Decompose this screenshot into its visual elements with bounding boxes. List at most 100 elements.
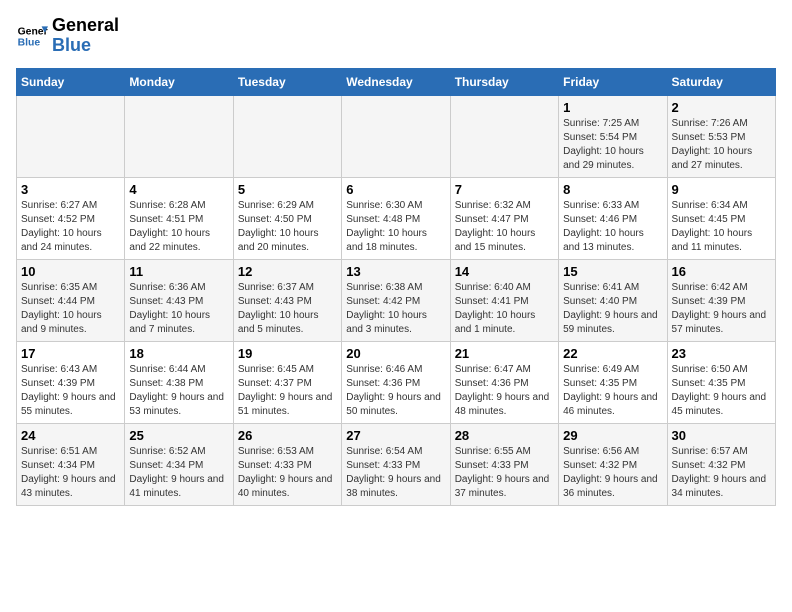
day-of-week-header: Tuesday (233, 68, 341, 95)
calendar-day-cell: 24 Sunrise: 6:51 AM Sunset: 4:34 PM Dayli… (17, 423, 125, 505)
day-info: Sunrise: 6:44 AM Sunset: 4:38 PM Dayligh… (129, 363, 228, 419)
day-number: 25 (129, 428, 228, 443)
day-of-week-header: Thursday (450, 68, 558, 95)
day-number: 3 (21, 182, 120, 197)
day-info: Sunrise: 6:45 AM Sunset: 4:37 PM Dayligh… (238, 363, 337, 419)
calendar-day-cell: 6 Sunrise: 6:30 AM Sunset: 4:48 PM Daylig… (342, 177, 450, 259)
day-number: 6 (346, 182, 445, 197)
calendar-week-row: 10 Sunrise: 6:35 AM Sunset: 4:44 PM Dayli… (17, 259, 776, 341)
day-info: Sunrise: 6:51 AM Sunset: 4:34 PM Dayligh… (21, 445, 120, 501)
day-number: 30 (672, 428, 771, 443)
calendar-day-cell: 13 Sunrise: 6:38 AM Sunset: 4:42 PM Dayli… (342, 259, 450, 341)
calendar-day-cell (342, 95, 450, 177)
header-area: General Blue GeneralBlue (16, 16, 776, 56)
calendar-day-cell: 9 Sunrise: 6:34 AM Sunset: 4:45 PM Daylig… (667, 177, 775, 259)
day-number: 8 (563, 182, 662, 197)
day-info: Sunrise: 6:30 AM Sunset: 4:48 PM Dayligh… (346, 199, 445, 255)
calendar-day-cell: 4 Sunrise: 6:28 AM Sunset: 4:51 PM Daylig… (125, 177, 233, 259)
day-info: Sunrise: 6:28 AM Sunset: 4:51 PM Dayligh… (129, 199, 228, 255)
calendar-day-cell: 12 Sunrise: 6:37 AM Sunset: 4:43 PM Dayli… (233, 259, 341, 341)
day-number: 5 (238, 182, 337, 197)
day-number: 27 (346, 428, 445, 443)
calendar-day-cell: 10 Sunrise: 6:35 AM Sunset: 4:44 PM Dayli… (17, 259, 125, 341)
header-row: SundayMondayTuesdayWednesdayThursdayFrid… (17, 68, 776, 95)
calendar-day-cell: 18Sunrise: 6:44 AM Sunset: 4:38 PM Dayli… (125, 341, 233, 423)
calendar-day-cell: 1Sunrise: 7:25 AM Sunset: 5:54 PM Daylig… (559, 95, 667, 177)
day-info: Sunrise: 6:55 AM Sunset: 4:33 PM Dayligh… (455, 445, 554, 501)
day-number: 24 (21, 428, 120, 443)
day-info: Sunrise: 6:52 AM Sunset: 4:34 PM Dayligh… (129, 445, 228, 501)
day-number: 2 (672, 100, 771, 115)
calendar-day-cell: 15Sunrise: 6:41 AM Sunset: 4:40 PM Dayli… (559, 259, 667, 341)
day-info: Sunrise: 6:50 AM Sunset: 4:35 PM Dayligh… (672, 363, 771, 419)
calendar-day-cell (450, 95, 558, 177)
day-of-week-header: Sunday (17, 68, 125, 95)
day-number: 26 (238, 428, 337, 443)
calendar-day-cell: 19 Sunrise: 6:45 AM Sunset: 4:37 PM Dayli… (233, 341, 341, 423)
day-info: Sunrise: 6:36 AM Sunset: 4:43 PM Dayligh… (129, 281, 228, 337)
calendar-day-cell: 8 Sunrise: 6:33 AM Sunset: 4:46 PM Daylig… (559, 177, 667, 259)
day-number: 9 (672, 182, 771, 197)
day-info: Sunrise: 6:33 AM Sunset: 4:46 PM Dayligh… (563, 199, 662, 255)
calendar-day-cell: 17 Sunrise: 6:43 AM Sunset: 4:39 PM Dayli… (17, 341, 125, 423)
calendar-day-cell: 2 Sunrise: 7:26 AM Sunset: 5:53 PM Daylig… (667, 95, 775, 177)
day-info: Sunrise: 6:54 AM Sunset: 4:33 PM Dayligh… (346, 445, 445, 501)
day-info: Sunrise: 6:37 AM Sunset: 4:43 PM Dayligh… (238, 281, 337, 337)
day-info: Sunrise: 6:41 AM Sunset: 4:40 PM Dayligh… (563, 281, 662, 337)
day-of-week-header: Monday (125, 68, 233, 95)
calendar-day-cell (125, 95, 233, 177)
day-of-week-header: Saturday (667, 68, 775, 95)
calendar-week-row: 17 Sunrise: 6:43 AM Sunset: 4:39 PM Dayli… (17, 341, 776, 423)
calendar-week-row: 1Sunrise: 7:25 AM Sunset: 5:54 PM Daylig… (17, 95, 776, 177)
day-info: Sunrise: 7:25 AM Sunset: 5:54 PM Dayligh… (563, 117, 662, 173)
day-info: Sunrise: 6:56 AM Sunset: 4:32 PM Dayligh… (563, 445, 662, 501)
day-info: Sunrise: 6:32 AM Sunset: 4:47 PM Dayligh… (455, 199, 554, 255)
day-number: 11 (129, 264, 228, 279)
day-number: 10 (21, 264, 120, 279)
day-number: 13 (346, 264, 445, 279)
day-number: 17 (21, 346, 120, 361)
logo-icon: General Blue (16, 20, 48, 52)
day-number: 28 (455, 428, 554, 443)
svg-text:Blue: Blue (18, 37, 41, 48)
calendar-week-row: 3 Sunrise: 6:27 AM Sunset: 4:52 PM Daylig… (17, 177, 776, 259)
day-number: 22 (563, 346, 662, 361)
day-number: 16 (672, 264, 771, 279)
day-info: Sunrise: 6:38 AM Sunset: 4:42 PM Dayligh… (346, 281, 445, 337)
day-info: Sunrise: 7:26 AM Sunset: 5:53 PM Dayligh… (672, 117, 771, 173)
calendar-day-cell: 20Sunrise: 6:46 AM Sunset: 4:36 PM Dayli… (342, 341, 450, 423)
day-number: 12 (238, 264, 337, 279)
logo: General Blue GeneralBlue (16, 16, 119, 56)
day-info: Sunrise: 6:27 AM Sunset: 4:52 PM Dayligh… (21, 199, 120, 255)
calendar-day-cell: 5 Sunrise: 6:29 AM Sunset: 4:50 PM Daylig… (233, 177, 341, 259)
day-info: Sunrise: 6:35 AM Sunset: 4:44 PM Dayligh… (21, 281, 120, 337)
calendar-day-cell: 30 Sunrise: 6:57 AM Sunset: 4:32 PM Dayli… (667, 423, 775, 505)
calendar-day-cell: 7 Sunrise: 6:32 AM Sunset: 4:47 PM Daylig… (450, 177, 558, 259)
calendar-day-cell: 14 Sunrise: 6:40 AM Sunset: 4:41 PM Dayli… (450, 259, 558, 341)
calendar-day-cell (233, 95, 341, 177)
day-info: Sunrise: 6:47 AM Sunset: 4:36 PM Dayligh… (455, 363, 554, 419)
calendar-day-cell: 28 Sunrise: 6:55 AM Sunset: 4:33 PM Dayli… (450, 423, 558, 505)
day-number: 14 (455, 264, 554, 279)
day-of-week-header: Wednesday (342, 68, 450, 95)
calendar-table: SundayMondayTuesdayWednesdayThursdayFrid… (16, 68, 776, 506)
calendar-week-row: 24 Sunrise: 6:51 AM Sunset: 4:34 PM Dayli… (17, 423, 776, 505)
calendar-day-cell: 3 Sunrise: 6:27 AM Sunset: 4:52 PM Daylig… (17, 177, 125, 259)
day-info: Sunrise: 6:49 AM Sunset: 4:35 PM Dayligh… (563, 363, 662, 419)
calendar-day-cell: 26 Sunrise: 6:53 AM Sunset: 4:33 PM Dayli… (233, 423, 341, 505)
day-info: Sunrise: 6:34 AM Sunset: 4:45 PM Dayligh… (672, 199, 771, 255)
calendar-day-cell: 27 Sunrise: 6:54 AM Sunset: 4:33 PM Dayli… (342, 423, 450, 505)
day-info: Sunrise: 6:57 AM Sunset: 4:32 PM Dayligh… (672, 445, 771, 501)
logo-text: GeneralBlue (52, 16, 119, 56)
day-number: 19 (238, 346, 337, 361)
calendar-day-cell: 21Sunrise: 6:47 AM Sunset: 4:36 PM Dayli… (450, 341, 558, 423)
day-info: Sunrise: 6:43 AM Sunset: 4:39 PM Dayligh… (21, 363, 120, 419)
calendar-day-cell: 29Sunrise: 6:56 AM Sunset: 4:32 PM Dayli… (559, 423, 667, 505)
calendar-day-cell: 16Sunrise: 6:42 AM Sunset: 4:39 PM Dayli… (667, 259, 775, 341)
day-number: 7 (455, 182, 554, 197)
day-info: Sunrise: 6:40 AM Sunset: 4:41 PM Dayligh… (455, 281, 554, 337)
day-info: Sunrise: 6:29 AM Sunset: 4:50 PM Dayligh… (238, 199, 337, 255)
day-of-week-header: Friday (559, 68, 667, 95)
day-info: Sunrise: 6:53 AM Sunset: 4:33 PM Dayligh… (238, 445, 337, 501)
day-number: 4 (129, 182, 228, 197)
